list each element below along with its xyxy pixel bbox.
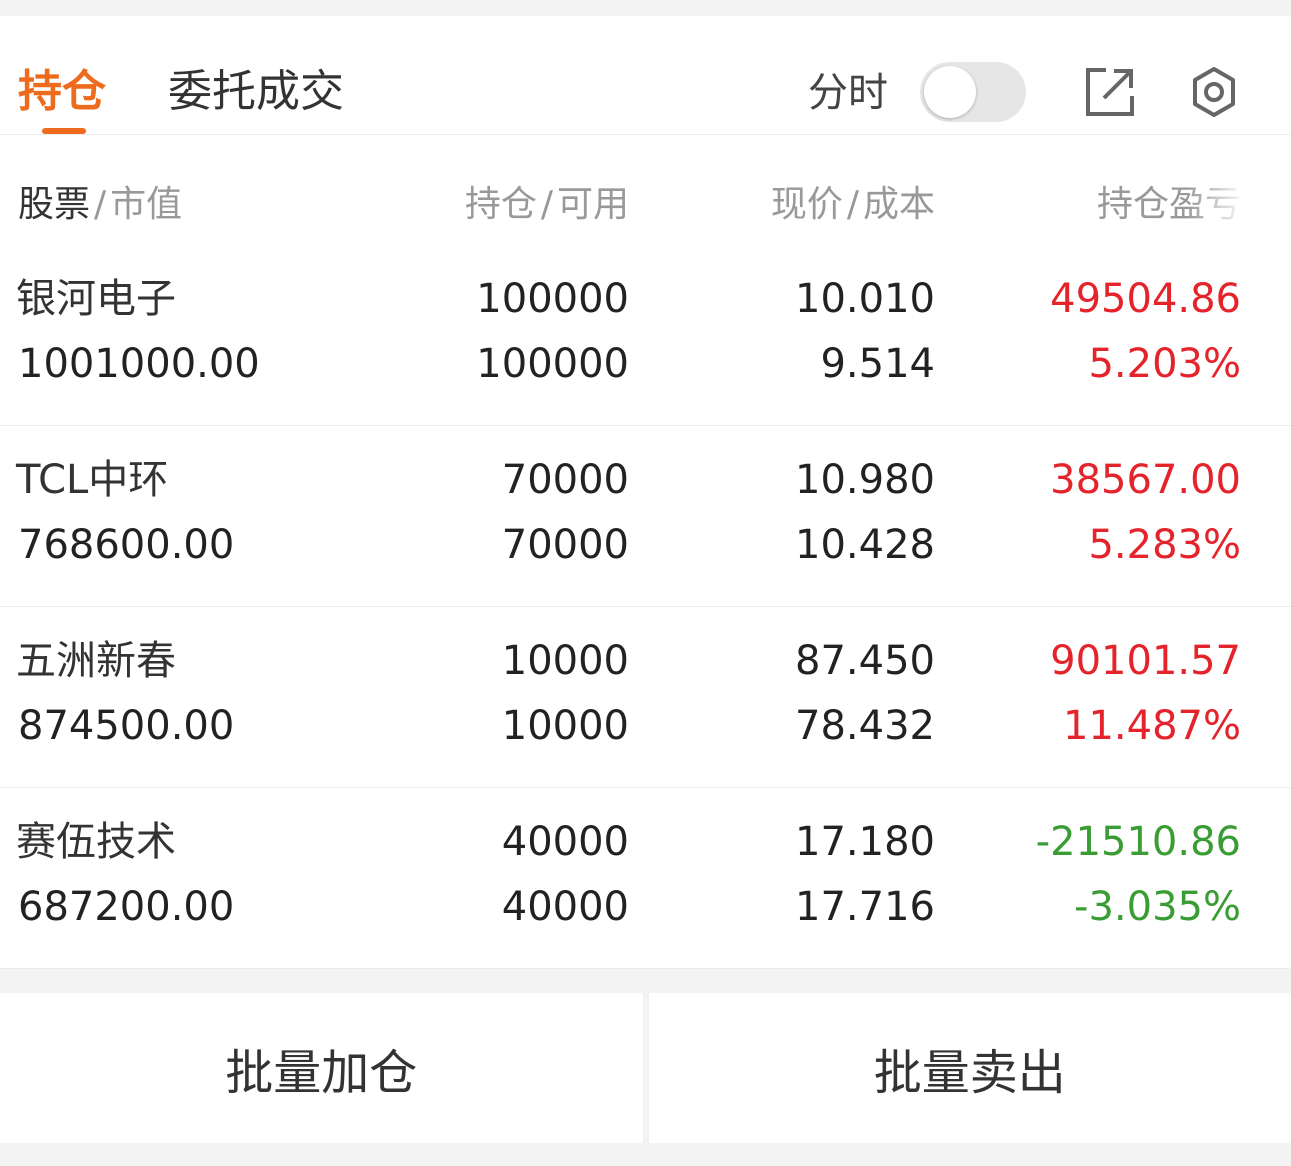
tab-holdings[interactable]: 持仓 (18, 64, 106, 120)
intraday-label: 分时 (808, 70, 888, 116)
col-header-price-cost: 现价 / 成本 (770, 184, 935, 225)
position-qty: 100000 (476, 276, 629, 322)
top-spacer (0, 0, 1291, 16)
current-price: 17.180 (795, 819, 935, 865)
section-spacer (0, 969, 1291, 993)
market-value: 687200.00 (18, 884, 235, 930)
current-price: 10.010 (795, 276, 935, 322)
holding-row[interactable]: TCL中环 768600.00 70000 70000 10.980 10.42… (0, 426, 1291, 607)
col-header-position-available: 持仓 / 可用 (464, 184, 629, 225)
available-qty: 10000 (501, 703, 629, 749)
available-qty: 40000 (501, 884, 629, 930)
column-header: 股票 / 市值 持仓 / 可用 现价 / 成本 持仓盈亏 (0, 135, 1291, 245)
profit-loss: 49504.86 (1050, 276, 1241, 322)
cost-price: 9.514 (820, 341, 935, 387)
col-header-stock-value: 股票 / 市值 (18, 184, 183, 225)
market-value: 1001000.00 (18, 341, 260, 387)
stock-name: 银河电子 (16, 276, 176, 322)
stock-name: 五洲新春 (16, 638, 176, 684)
market-value: 874500.00 (18, 703, 235, 749)
profit-loss-percent: -3.035% (1074, 884, 1241, 930)
profit-loss: -21510.86 (1035, 819, 1241, 865)
profit-loss-percent: 11.487% (1063, 703, 1241, 749)
position-qty: 40000 (501, 819, 629, 865)
current-price: 10.980 (795, 457, 935, 503)
batch-sell-button[interactable]: 批量卖出 (648, 993, 1291, 1143)
tab-active-indicator (42, 128, 86, 134)
stock-name: TCL中环 (16, 457, 169, 503)
intraday-toggle[interactable] (920, 62, 1026, 122)
share-icon[interactable] (1084, 66, 1136, 118)
action-bar: 批量加仓 批量卖出 (0, 993, 1291, 1143)
holding-row[interactable]: 五洲新春 874500.00 10000 10000 87.450 78.432… (0, 607, 1291, 788)
toggle-knob (924, 66, 976, 118)
settings-gear-icon[interactable] (1188, 66, 1240, 118)
cost-price: 17.716 (795, 884, 935, 930)
current-price: 87.450 (795, 638, 935, 684)
available-qty: 100000 (476, 341, 629, 387)
profit-loss-percent: 5.283% (1088, 522, 1241, 568)
profit-loss: 90101.57 (1050, 638, 1241, 684)
profit-loss: 38567.00 (1050, 457, 1241, 503)
holding-row[interactable]: 银河电子 1001000.00 100000 100000 10.010 9.5… (0, 245, 1291, 426)
available-qty: 70000 (501, 522, 629, 568)
positions-panel: 持仓 委托成交 分时 股票 / 市值 持仓 / 可用 现价 / 成本 持仓盈亏 银河电子 1… (0, 16, 1291, 969)
tab-bar: 持仓 委托成交 分时 (0, 16, 1291, 135)
profit-loss-percent: 5.203% (1088, 341, 1241, 387)
position-qty: 70000 (501, 457, 629, 503)
holding-row[interactable]: 赛伍技术 687200.00 40000 40000 17.180 17.716… (0, 788, 1291, 969)
stock-name: 赛伍技术 (16, 819, 176, 865)
cost-price: 78.432 (795, 703, 935, 749)
tab-orders-trades[interactable]: 委托成交 (168, 64, 344, 120)
position-qty: 10000 (501, 638, 629, 684)
col-header-profit-loss: 持仓盈亏 (1096, 183, 1248, 227)
holdings-list: 银河电子 1001000.00 100000 100000 10.010 9.5… (0, 245, 1291, 969)
cost-price: 10.428 (795, 522, 935, 568)
batch-add-button[interactable]: 批量加仓 (0, 993, 643, 1143)
market-value: 768600.00 (18, 522, 235, 568)
